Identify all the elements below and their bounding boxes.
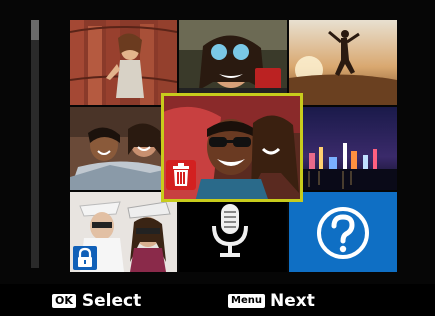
trash-icon[interactable] [166,160,196,194]
scrollbar[interactable] [31,20,39,268]
next-label: Next [269,291,315,311]
scroll-thumb[interactable] [31,20,39,40]
thumbnail-photo-sunset-jump[interactable] [289,20,397,105]
microphone-icon [210,202,250,266]
ok-hint[interactable]: OK Select [52,286,141,316]
select-label: Select [81,291,142,311]
menu-key-badge: Menu [228,294,265,308]
menu-hint[interactable]: Menu Next [228,286,315,316]
ok-key-badge: OK [52,294,76,308]
question-icon [315,205,371,265]
playback-screen: OK Select Menu Next [0,0,435,316]
thumbnail-photo-city-night[interactable] [289,107,397,190]
lock-icon [73,246,97,274]
